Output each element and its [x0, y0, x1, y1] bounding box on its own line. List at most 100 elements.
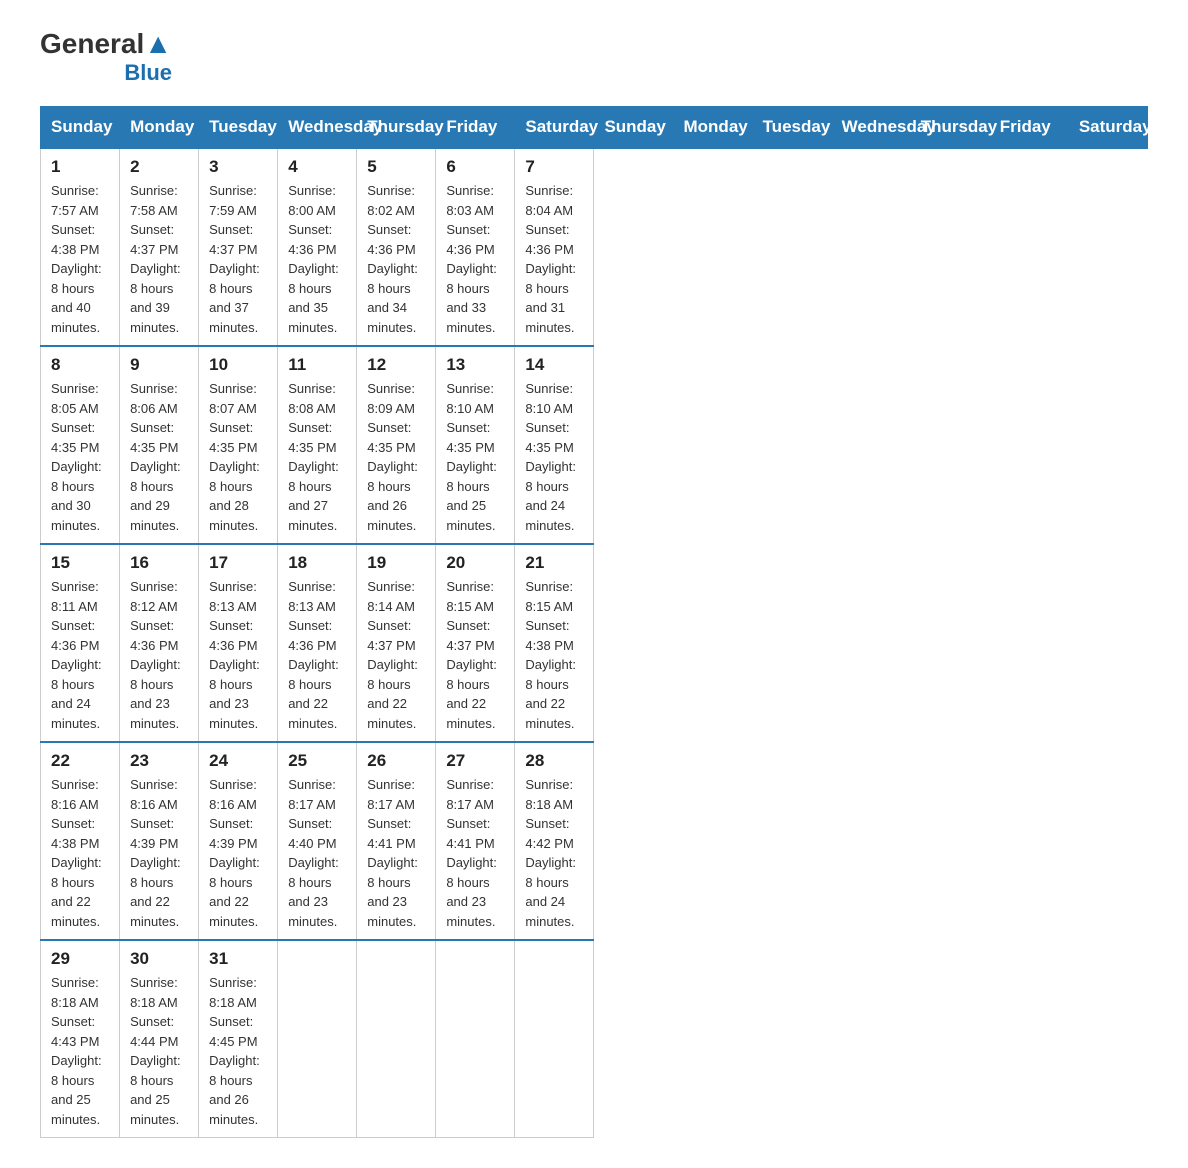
day-info: Sunrise: 8:15 AM Sunset: 4:37 PM Dayligh…: [446, 577, 504, 733]
calendar-cell: 28 Sunrise: 8:18 AM Sunset: 4:42 PM Dayl…: [515, 742, 594, 940]
weekday-header-friday: Friday: [989, 107, 1068, 149]
day-number: 24: [209, 751, 267, 771]
calendar-cell: 24 Sunrise: 8:16 AM Sunset: 4:39 PM Dayl…: [199, 742, 278, 940]
calendar-cell: 14 Sunrise: 8:10 AM Sunset: 4:35 PM Dayl…: [515, 346, 594, 544]
day-info: Sunrise: 7:57 AM Sunset: 4:38 PM Dayligh…: [51, 181, 109, 337]
day-number: 11: [288, 355, 346, 375]
calendar-cell: [436, 940, 515, 1138]
day-number: 18: [288, 553, 346, 573]
calendar-cell: 25 Sunrise: 8:17 AM Sunset: 4:40 PM Dayl…: [278, 742, 357, 940]
day-number: 6: [446, 157, 504, 177]
calendar-cell: 23 Sunrise: 8:16 AM Sunset: 4:39 PM Dayl…: [120, 742, 199, 940]
calendar-cell: 8 Sunrise: 8:05 AM Sunset: 4:35 PM Dayli…: [41, 346, 120, 544]
day-number: 14: [525, 355, 583, 375]
day-info: Sunrise: 8:02 AM Sunset: 4:36 PM Dayligh…: [367, 181, 425, 337]
calendar-week-1: 1 Sunrise: 7:57 AM Sunset: 4:38 PM Dayli…: [41, 148, 1148, 346]
day-info: Sunrise: 8:08 AM Sunset: 4:35 PM Dayligh…: [288, 379, 346, 535]
day-number: 9: [130, 355, 188, 375]
day-info: Sunrise: 8:07 AM Sunset: 4:35 PM Dayligh…: [209, 379, 267, 535]
day-number: 22: [51, 751, 109, 771]
weekday-header-saturday: Saturday: [1068, 107, 1147, 149]
calendar-week-5: 29 Sunrise: 8:18 AM Sunset: 4:43 PM Dayl…: [41, 940, 1148, 1138]
weekday-header-saturday: Saturday: [515, 107, 594, 149]
calendar-cell: 30 Sunrise: 8:18 AM Sunset: 4:44 PM Dayl…: [120, 940, 199, 1138]
day-number: 13: [446, 355, 504, 375]
calendar-cell: 15 Sunrise: 8:11 AM Sunset: 4:36 PM Dayl…: [41, 544, 120, 742]
calendar-cell: 27 Sunrise: 8:17 AM Sunset: 4:41 PM Dayl…: [436, 742, 515, 940]
day-info: Sunrise: 8:05 AM Sunset: 4:35 PM Dayligh…: [51, 379, 109, 535]
day-number: 30: [130, 949, 188, 969]
day-info: Sunrise: 8:12 AM Sunset: 4:36 PM Dayligh…: [130, 577, 188, 733]
weekday-header-sunday: Sunday: [41, 107, 120, 149]
day-info: Sunrise: 8:14 AM Sunset: 4:37 PM Dayligh…: [367, 577, 425, 733]
day-info: Sunrise: 7:59 AM Sunset: 4:37 PM Dayligh…: [209, 181, 267, 337]
day-info: Sunrise: 8:09 AM Sunset: 4:35 PM Dayligh…: [367, 379, 425, 535]
calendar-cell: 17 Sunrise: 8:13 AM Sunset: 4:36 PM Dayl…: [199, 544, 278, 742]
day-number: 21: [525, 553, 583, 573]
day-info: Sunrise: 8:15 AM Sunset: 4:38 PM Dayligh…: [525, 577, 583, 733]
day-info: Sunrise: 8:18 AM Sunset: 4:45 PM Dayligh…: [209, 973, 267, 1129]
calendar-cell: 7 Sunrise: 8:04 AM Sunset: 4:36 PM Dayli…: [515, 148, 594, 346]
calendar-cell: 13 Sunrise: 8:10 AM Sunset: 4:35 PM Dayl…: [436, 346, 515, 544]
weekday-header-row: SundayMondayTuesdayWednesdayThursdayFrid…: [41, 107, 1148, 149]
calendar-week-4: 22 Sunrise: 8:16 AM Sunset: 4:38 PM Dayl…: [41, 742, 1148, 940]
calendar-cell: 18 Sunrise: 8:13 AM Sunset: 4:36 PM Dayl…: [278, 544, 357, 742]
day-number: 27: [446, 751, 504, 771]
day-number: 2: [130, 157, 188, 177]
calendar-cell: 11 Sunrise: 8:08 AM Sunset: 4:35 PM Dayl…: [278, 346, 357, 544]
day-info: Sunrise: 8:16 AM Sunset: 4:39 PM Dayligh…: [130, 775, 188, 931]
day-number: 17: [209, 553, 267, 573]
weekday-header-tuesday: Tuesday: [199, 107, 278, 149]
logo: General▲ Blue: [40, 30, 172, 86]
day-info: Sunrise: 8:18 AM Sunset: 4:43 PM Dayligh…: [51, 973, 109, 1129]
calendar-cell: [357, 940, 436, 1138]
calendar-cell: 29 Sunrise: 8:18 AM Sunset: 4:43 PM Dayl…: [41, 940, 120, 1138]
weekday-header-thursday: Thursday: [357, 107, 436, 149]
calendar-week-2: 8 Sunrise: 8:05 AM Sunset: 4:35 PM Dayli…: [41, 346, 1148, 544]
calendar-cell: 5 Sunrise: 8:02 AM Sunset: 4:36 PM Dayli…: [357, 148, 436, 346]
weekday-header-wednesday: Wednesday: [831, 107, 910, 149]
calendar-cell: 9 Sunrise: 8:06 AM Sunset: 4:35 PM Dayli…: [120, 346, 199, 544]
day-number: 31: [209, 949, 267, 969]
day-number: 7: [525, 157, 583, 177]
day-number: 8: [51, 355, 109, 375]
weekday-header-monday: Monday: [673, 107, 752, 149]
day-number: 12: [367, 355, 425, 375]
day-number: 3: [209, 157, 267, 177]
day-info: Sunrise: 8:18 AM Sunset: 4:42 PM Dayligh…: [525, 775, 583, 931]
day-info: Sunrise: 8:00 AM Sunset: 4:36 PM Dayligh…: [288, 181, 346, 337]
day-info: Sunrise: 7:58 AM Sunset: 4:37 PM Dayligh…: [130, 181, 188, 337]
page-header: General▲ Blue: [40, 30, 1148, 86]
day-number: 4: [288, 157, 346, 177]
day-number: 19: [367, 553, 425, 573]
calendar-cell: 16 Sunrise: 8:12 AM Sunset: 4:36 PM Dayl…: [120, 544, 199, 742]
calendar-cell: 4 Sunrise: 8:00 AM Sunset: 4:36 PM Dayli…: [278, 148, 357, 346]
day-number: 29: [51, 949, 109, 969]
weekday-header-wednesday: Wednesday: [278, 107, 357, 149]
day-info: Sunrise: 8:03 AM Sunset: 4:36 PM Dayligh…: [446, 181, 504, 337]
weekday-header-sunday: Sunday: [594, 107, 673, 149]
calendar-cell: 20 Sunrise: 8:15 AM Sunset: 4:37 PM Dayl…: [436, 544, 515, 742]
calendar-cell: 10 Sunrise: 8:07 AM Sunset: 4:35 PM Dayl…: [199, 346, 278, 544]
day-number: 5: [367, 157, 425, 177]
day-info: Sunrise: 8:17 AM Sunset: 4:41 PM Dayligh…: [367, 775, 425, 931]
day-number: 25: [288, 751, 346, 771]
day-info: Sunrise: 8:06 AM Sunset: 4:35 PM Dayligh…: [130, 379, 188, 535]
calendar-cell: 22 Sunrise: 8:16 AM Sunset: 4:38 PM Dayl…: [41, 742, 120, 940]
calendar-cell: 3 Sunrise: 7:59 AM Sunset: 4:37 PM Dayli…: [199, 148, 278, 346]
calendar-cell: 12 Sunrise: 8:09 AM Sunset: 4:35 PM Dayl…: [357, 346, 436, 544]
day-info: Sunrise: 8:16 AM Sunset: 4:38 PM Dayligh…: [51, 775, 109, 931]
day-number: 10: [209, 355, 267, 375]
calendar-cell: 19 Sunrise: 8:14 AM Sunset: 4:37 PM Dayl…: [357, 544, 436, 742]
day-info: Sunrise: 8:11 AM Sunset: 4:36 PM Dayligh…: [51, 577, 109, 733]
day-info: Sunrise: 8:18 AM Sunset: 4:44 PM Dayligh…: [130, 973, 188, 1129]
calendar-cell: 26 Sunrise: 8:17 AM Sunset: 4:41 PM Dayl…: [357, 742, 436, 940]
weekday-header-thursday: Thursday: [910, 107, 989, 149]
day-info: Sunrise: 8:17 AM Sunset: 4:41 PM Dayligh…: [446, 775, 504, 931]
day-number: 23: [130, 751, 188, 771]
day-number: 26: [367, 751, 425, 771]
calendar-table: SundayMondayTuesdayWednesdayThursdayFrid…: [40, 106, 1148, 1138]
day-number: 15: [51, 553, 109, 573]
calendar-cell: 2 Sunrise: 7:58 AM Sunset: 4:37 PM Dayli…: [120, 148, 199, 346]
calendar-week-3: 15 Sunrise: 8:11 AM Sunset: 4:36 PM Dayl…: [41, 544, 1148, 742]
